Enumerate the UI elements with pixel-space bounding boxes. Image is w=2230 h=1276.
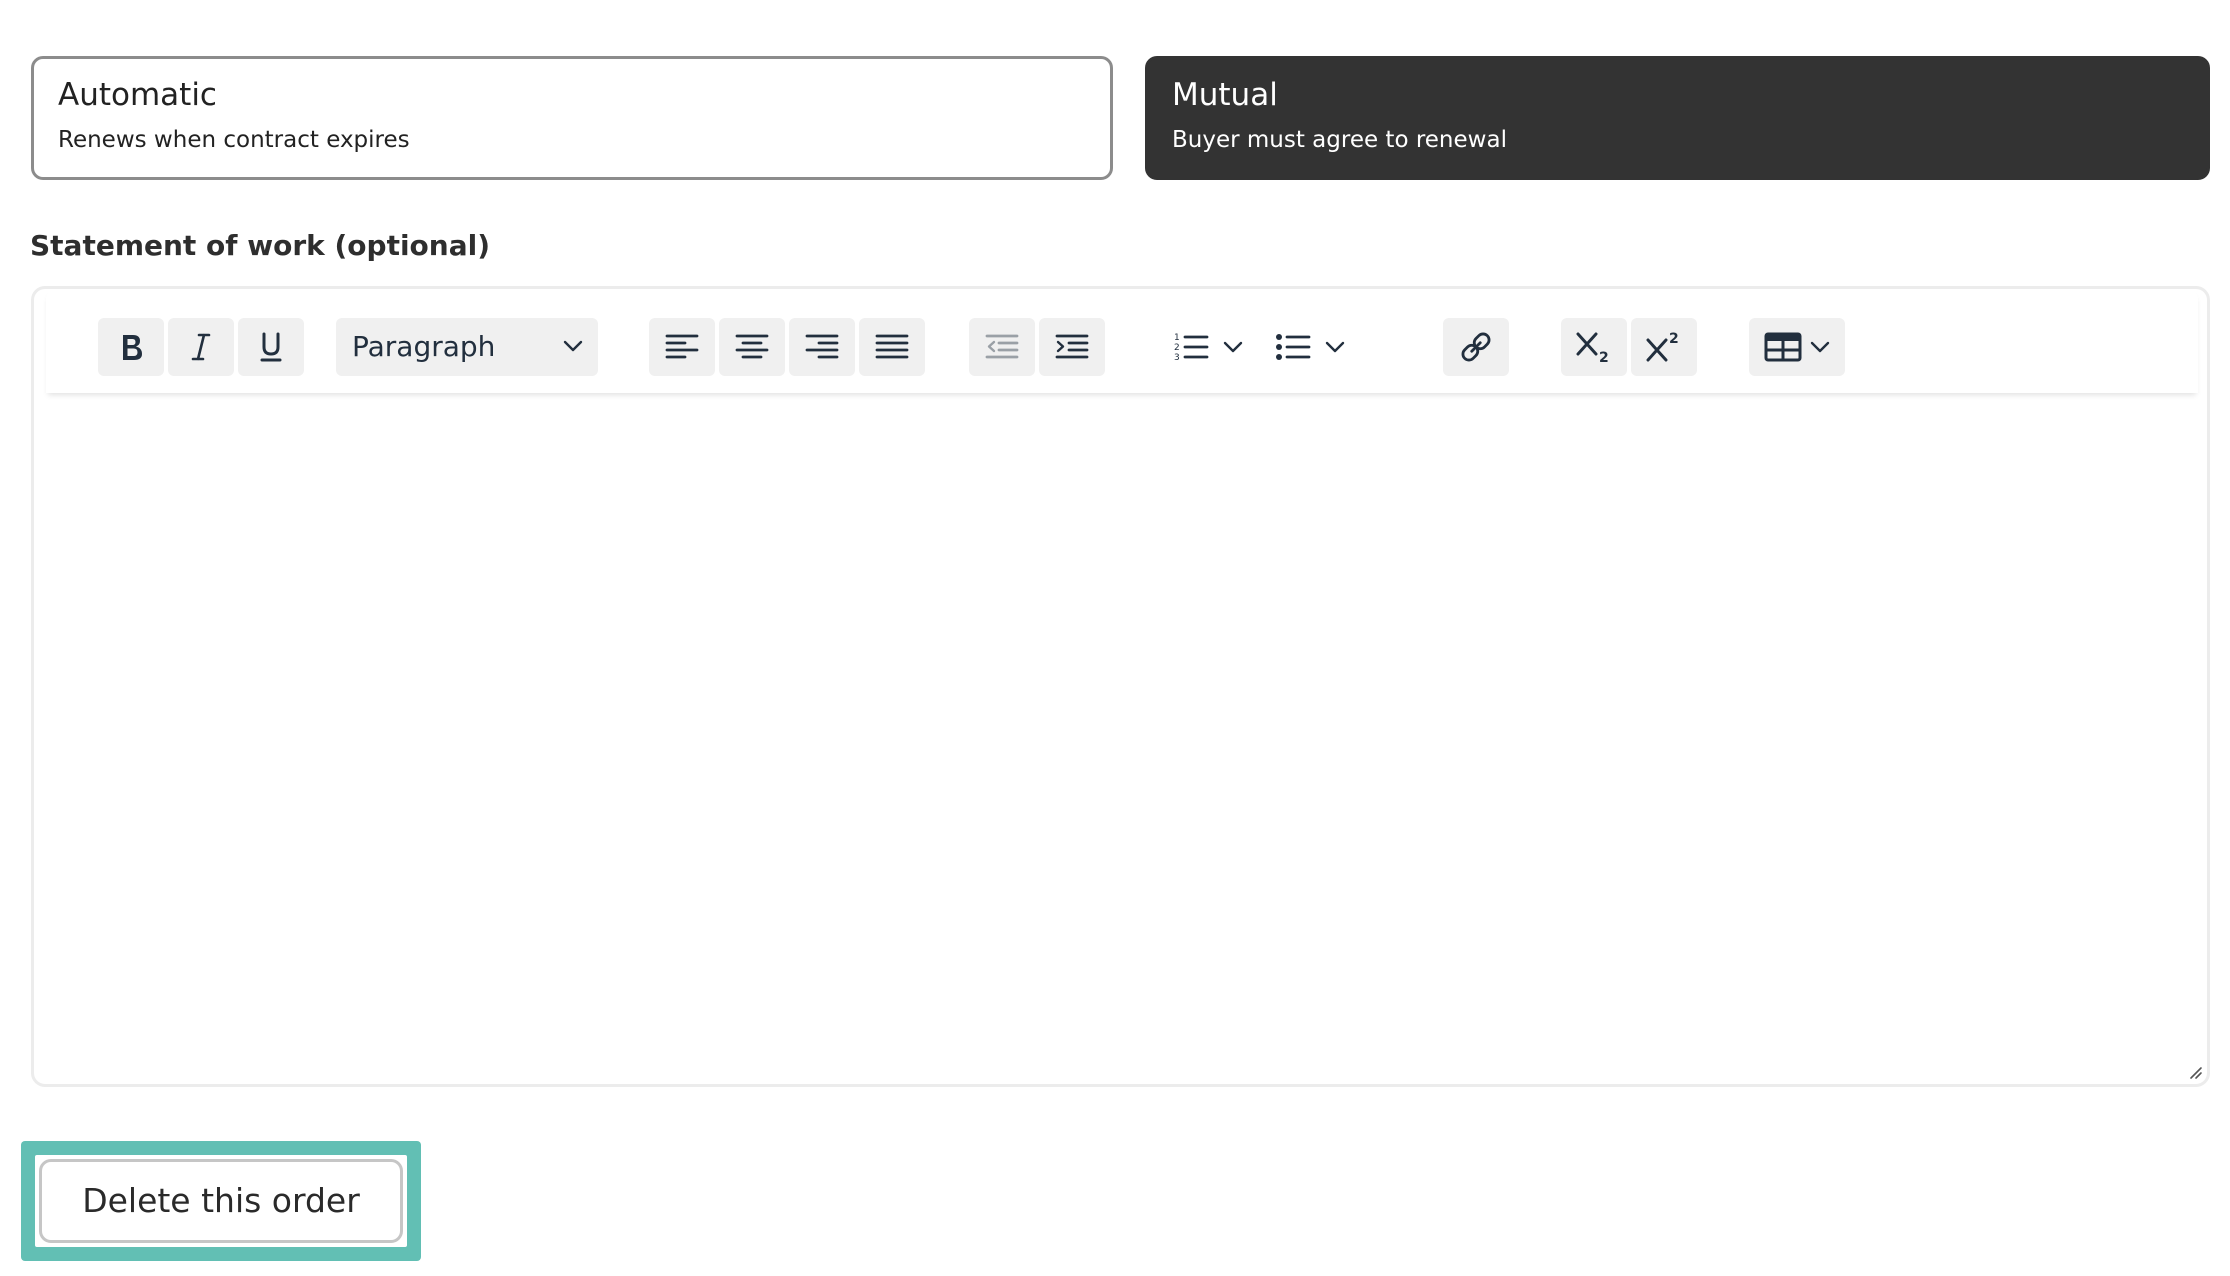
subscript-button[interactable]: 2 — [1561, 318, 1627, 376]
delete-button-wrapper: Delete this order — [35, 1155, 407, 1247]
bold-icon — [123, 335, 142, 360]
block-format-select[interactable]: Paragraph — [336, 318, 598, 376]
superscript-button[interactable]: 2 — [1631, 318, 1697, 376]
align-justify-button[interactable] — [859, 318, 925, 376]
align-right-button[interactable] — [789, 318, 855, 376]
superscript-icon: 2 — [1646, 331, 1679, 362]
italic-button[interactable] — [168, 318, 234, 376]
align-justify-icon — [875, 334, 909, 359]
outdent-icon — [985, 334, 1019, 359]
statement-of-work-label: Statement of work (optional) — [30, 229, 491, 262]
chevron-down-icon — [1223, 341, 1243, 353]
align-center-icon — [735, 334, 769, 359]
renewal-option-title: Mutual — [1172, 77, 1278, 113]
align-left-icon — [665, 334, 699, 359]
renewal-option-automatic[interactable]: Automatic Renews when contract expires — [31, 56, 1113, 180]
svg-text:3: 3 — [1174, 353, 1180, 363]
indent-button[interactable] — [1039, 318, 1105, 376]
bulleted-list-button[interactable] — [1266, 318, 1320, 376]
svg-text:2: 2 — [1669, 331, 1679, 347]
resize-handle-icon[interactable] — [2187, 1064, 2203, 1080]
bulleted-list-options-button[interactable] — [1320, 318, 1350, 376]
numbered-list-button[interactable]: 1 2 3 — [1164, 318, 1218, 376]
chevron-down-icon — [563, 340, 583, 352]
italic-icon — [191, 333, 211, 361]
svg-text:1: 1 — [1174, 333, 1180, 343]
align-center-button[interactable] — [719, 318, 785, 376]
underline-button[interactable] — [238, 318, 304, 376]
numbered-list-icon: 1 2 3 — [1174, 333, 1209, 363]
align-right-icon — [805, 334, 839, 359]
align-left-button[interactable] — [649, 318, 715, 376]
delete-button-focus-ring: Delete this order — [21, 1141, 421, 1261]
insert-link-button[interactable] — [1443, 318, 1509, 376]
link-icon — [1461, 332, 1491, 362]
table-icon — [1764, 332, 1802, 362]
statement-of-work-editor: Paragraph 1 2 3 2 2 — [31, 286, 2210, 1087]
renewal-option-description: Renews when contract expires — [58, 127, 410, 153]
underline-icon — [260, 332, 282, 362]
subscript-icon: 2 — [1576, 332, 1609, 365]
svg-text:2: 2 — [1599, 350, 1609, 365]
svg-text:2: 2 — [1174, 343, 1180, 353]
bulleted-list-icon — [1276, 334, 1311, 360]
editor-toolbar: Paragraph 1 2 3 2 2 — [46, 289, 2198, 393]
renewal-option-title: Automatic — [58, 77, 217, 113]
insert-table-button[interactable] — [1749, 318, 1845, 376]
bold-button[interactable] — [98, 318, 164, 376]
numbered-list-options-button[interactable] — [1218, 318, 1248, 376]
statement-of-work-input[interactable] — [34, 399, 2207, 1084]
indent-icon — [1055, 334, 1089, 359]
renewal-option-description: Buyer must agree to renewal — [1172, 127, 1507, 153]
delete-order-button[interactable]: Delete this order — [39, 1159, 403, 1243]
renewal-option-mutual[interactable]: Mutual Buyer must agree to renewal — [1145, 56, 2210, 180]
chevron-down-icon — [1810, 341, 1830, 353]
block-format-value: Paragraph — [352, 330, 496, 363]
chevron-down-icon — [1325, 341, 1345, 353]
outdent-button[interactable] — [969, 318, 1035, 376]
